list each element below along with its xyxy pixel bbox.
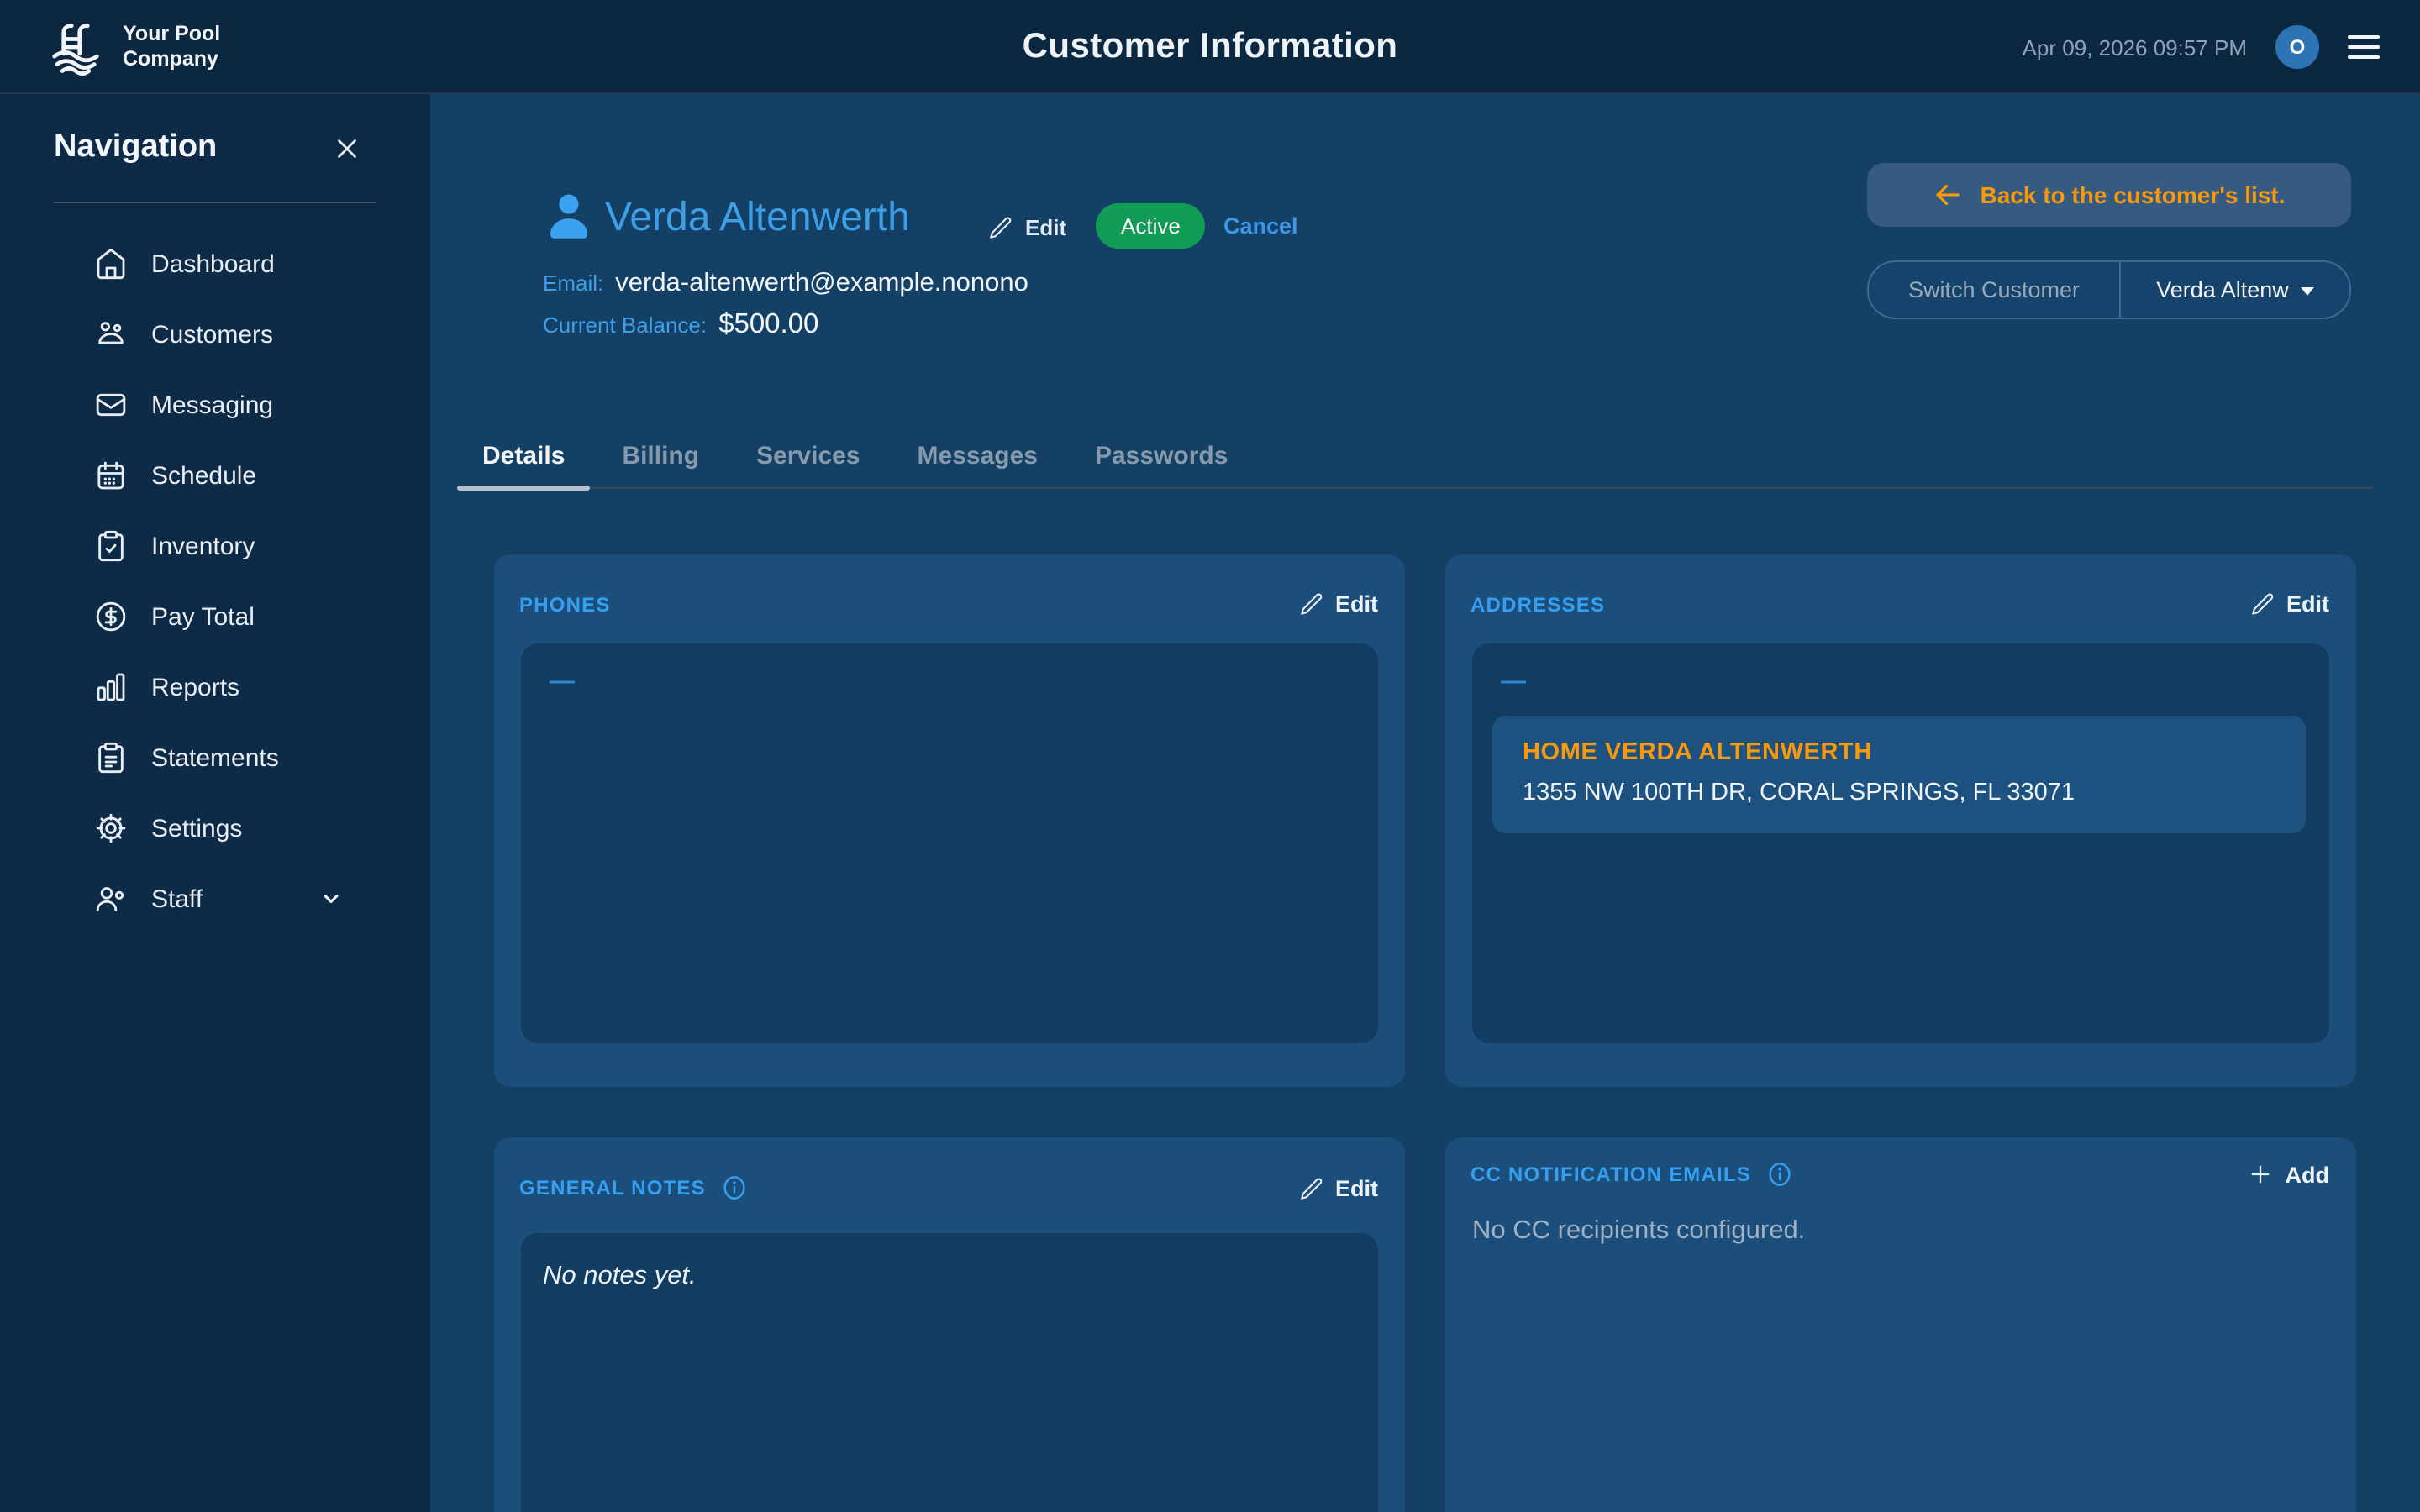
clipboard-check-icon xyxy=(94,529,128,563)
sidebar-item-staff[interactable]: Staff xyxy=(0,864,430,934)
home-icon xyxy=(94,247,128,281)
sidebar-item-statements[interactable]: Statements xyxy=(0,722,430,793)
plus-icon xyxy=(2247,1161,2274,1188)
notes-empty-text: No notes yet. xyxy=(521,1233,1378,1292)
sidebar-item-dashboard[interactable]: Dashboard xyxy=(0,228,430,299)
users-icon xyxy=(94,318,128,351)
cc-emails-card-title: CC NOTIFICATION EMAILS xyxy=(1470,1163,1751,1186)
arrow-left-icon xyxy=(1933,180,1964,210)
sidebar-item-pay-total[interactable]: Pay Total xyxy=(0,581,430,652)
gear-icon xyxy=(94,811,128,845)
phones-list-panel: — xyxy=(521,643,1378,1043)
bar-chart-icon xyxy=(94,670,128,704)
addresses-empty-marker: — xyxy=(1472,643,2329,696)
pencil-icon xyxy=(1298,1175,1323,1200)
sidebar-item-inventory[interactable]: Inventory xyxy=(0,511,430,581)
general-notes-card-title: GENERAL NOTES xyxy=(519,1176,706,1200)
chevron-down-icon xyxy=(319,887,343,911)
switch-customer-control[interactable]: Switch Customer Verda Altenw xyxy=(1867,260,2351,319)
switch-customer-label: Switch Customer xyxy=(1869,262,2119,318)
general-notes-panel: No notes yet. xyxy=(521,1233,1378,1512)
pencil-icon xyxy=(2249,591,2275,617)
customer-avatar-icon xyxy=(541,190,597,245)
phones-edit-button[interactable]: Edit xyxy=(1298,591,1378,617)
email-value: verda-altenwerth@example.nonono xyxy=(615,269,1028,299)
pencil-icon xyxy=(1298,591,1323,617)
dropdown-caret-icon xyxy=(2301,287,2314,296)
addresses-card: ADDRESSES Edit — HOME VERDA ALTENWERTH 1… xyxy=(1445,554,2356,1087)
close-icon[interactable] xyxy=(331,132,363,164)
general-notes-edit-button[interactable]: Edit xyxy=(1298,1175,1378,1200)
staff-icon xyxy=(94,882,128,916)
info-icon[interactable] xyxy=(721,1174,748,1201)
email-label: Email: xyxy=(543,270,603,296)
info-icon[interactable] xyxy=(1766,1161,1793,1188)
sidebar-divider xyxy=(54,202,376,203)
edit-customer-button[interactable]: Edit xyxy=(988,215,1066,240)
hamburger-menu-icon[interactable] xyxy=(2348,34,2380,60)
cc-empty-text: No CC recipients configured. xyxy=(1472,1216,2356,1247)
addresses-list-panel: — HOME VERDA ALTENWERTH 1355 NW 100TH DR… xyxy=(1472,643,2329,1043)
tab-passwords[interactable]: Passwords xyxy=(1070,432,1253,487)
addresses-edit-button[interactable]: Edit xyxy=(2249,591,2329,617)
back-to-customers-button[interactable]: Back to the customer's list. xyxy=(1867,163,2351,227)
addresses-card-title: ADDRESSES xyxy=(1470,592,1605,616)
app-window: Your Pool Company Customer Information A… xyxy=(0,0,2420,1512)
pool-ladder-logo-icon xyxy=(44,14,108,78)
status-badge: Active xyxy=(1096,203,1206,249)
tab-details[interactable]: Details xyxy=(457,432,590,487)
company-name: Your Pool Company xyxy=(123,22,220,71)
clipboard-list-icon xyxy=(94,741,128,774)
balance-label: Current Balance: xyxy=(543,312,707,338)
tab-messages[interactable]: Messages xyxy=(892,432,1063,487)
cc-notification-emails-card: CC NOTIFICATION EMAILS xyxy=(1445,1137,2356,1512)
cancel-link[interactable]: Cancel xyxy=(1223,213,1298,239)
company-logo: Your Pool Company xyxy=(44,14,220,78)
datetime-display: Apr 09, 2026 09:57 PM xyxy=(2023,34,2247,60)
user-avatar[interactable]: O xyxy=(2275,25,2319,69)
address-line: 1355 NW 100TH DR, CORAL SPRINGS, FL 3307… xyxy=(1523,780,2275,806)
sidebar-item-messaging[interactable]: Messaging xyxy=(0,370,430,440)
customer-tabs: Details Billing Services Messages Passwo… xyxy=(457,432,2373,489)
customer-select-dropdown[interactable]: Verda Altenw xyxy=(2121,262,2349,318)
sidebar-item-customers[interactable]: Customers xyxy=(0,299,430,370)
address-list-item[interactable]: HOME VERDA ALTENWERTH 1355 NW 100TH DR, … xyxy=(1492,716,2306,833)
pencil-icon xyxy=(988,215,1013,240)
sidebar-title: Navigation xyxy=(54,129,217,166)
mail-icon xyxy=(94,388,128,422)
top-header: Your Pool Company Customer Information A… xyxy=(0,0,2420,94)
balance-value: $500.00 xyxy=(718,309,818,341)
calendar-icon xyxy=(94,459,128,492)
phones-card: PHONES Edit — xyxy=(494,554,1405,1087)
cc-emails-add-button[interactable]: Add xyxy=(2247,1161,2330,1188)
customer-name: Verda Altenwerth xyxy=(605,195,910,242)
sidebar-item-settings[interactable]: Settings xyxy=(0,793,430,864)
phones-card-title: PHONES xyxy=(519,592,611,616)
general-notes-card: GENERAL NOTES Edit xyxy=(494,1137,1405,1512)
phones-empty-marker: — xyxy=(521,643,1378,696)
sidebar-item-schedule[interactable]: Schedule xyxy=(0,440,430,511)
sidebar-item-reports[interactable]: Reports xyxy=(0,652,430,722)
navigation-sidebar: Navigation Dashboard Customers xyxy=(0,94,430,1512)
dollar-circle-icon xyxy=(94,600,128,633)
tab-services[interactable]: Services xyxy=(731,432,885,487)
tab-billing[interactable]: Billing xyxy=(597,432,724,487)
address-name: HOME VERDA ALTENWERTH xyxy=(1523,739,2275,766)
main-content: Verda Altenwerth Edit Active Cancel Emai… xyxy=(430,94,2420,1512)
